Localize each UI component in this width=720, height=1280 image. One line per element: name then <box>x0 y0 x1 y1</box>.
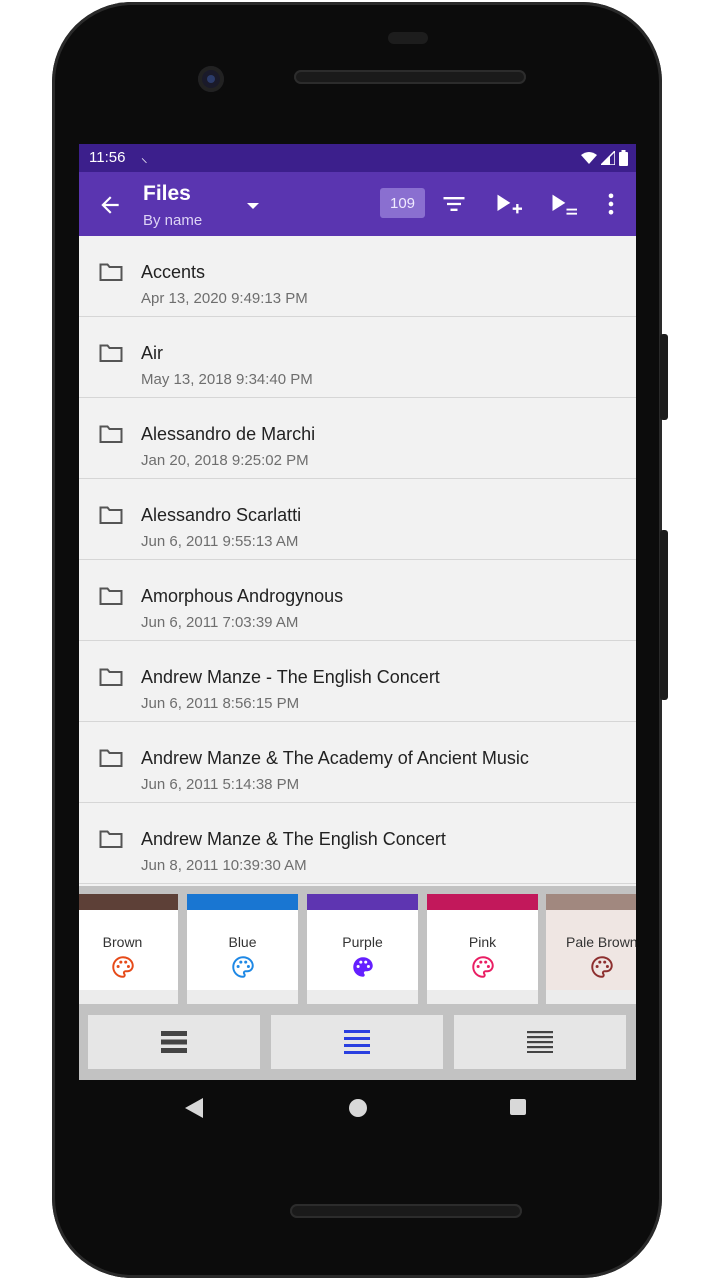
battery-icon <box>619 150 628 166</box>
folder-icon <box>99 587 123 605</box>
volume-button <box>660 334 668 420</box>
swatch-footer <box>427 990 538 1004</box>
theme-color-band <box>79 894 178 910</box>
theme-color-band <box>427 894 538 910</box>
theme-color-band <box>307 894 418 910</box>
item-count-badge: 109 <box>380 188 425 218</box>
theme-label: Pink <box>468 934 497 950</box>
status-extra-icon: ⸜ <box>141 150 148 165</box>
file-name: Accents <box>141 262 206 282</box>
nav-back-icon[interactable] <box>185 1098 203 1118</box>
status-time: 11:56 <box>89 149 126 166</box>
palette-icon <box>353 957 373 977</box>
file-name: Alessandro de Marchi <box>141 424 316 444</box>
file-date: Jun 8, 2011 10:39:30 AM <box>141 857 307 874</box>
theme-label: Pale Brown <box>566 934 636 950</box>
swatch-footer <box>307 990 418 1004</box>
list-style-icon <box>344 1030 370 1054</box>
folder-icon <box>99 830 123 848</box>
file-name: Andrew Manze - The English Concert <box>141 667 440 687</box>
file-date: Jun 6, 2011 8:56:15 PM <box>141 695 300 712</box>
folder-icon <box>99 668 123 686</box>
swatch-footer <box>546 990 636 1004</box>
filter-icon[interactable] <box>440 190 468 218</box>
file-row[interactable]: Amorphous Androgynous Jun 6, 2011 7:03:3… <box>79 560 636 641</box>
file-name: Andrew Manze & The English Concert <box>141 829 446 849</box>
swatch-footer <box>79 990 178 1004</box>
theme-label: Purple <box>342 934 383 950</box>
palette-icon <box>112 956 134 978</box>
file-row[interactable]: Andrew Manze & The Academy of Ancient Mu… <box>79 722 636 803</box>
theme-swatch-pink[interactable]: Pink <box>427 894 538 1004</box>
camera-icon <box>198 66 224 92</box>
theme-label: Brown <box>102 934 143 950</box>
theme-palette: Brown Blue Purple Pink Pale Brown <box>79 886 636 1014</box>
status-icons <box>581 150 628 166</box>
theme-color-band <box>187 894 298 910</box>
file-name: Andrew Manze & The Academy of Ancient Mu… <box>141 748 529 768</box>
power-button <box>660 530 668 700</box>
bottom-speaker <box>290 1204 522 1218</box>
file-date: Jan 20, 2018 9:25:02 PM <box>141 452 309 469</box>
file-date: Apr 13, 2020 9:49:13 PM <box>141 290 308 307</box>
earpiece-speaker <box>294 70 526 84</box>
nav-home-icon[interactable] <box>349 1099 367 1117</box>
page-title: Files <box>143 182 191 205</box>
palette-icon <box>591 956 613 978</box>
file-row[interactable]: Andrew Manze & The English Concert Jun 8… <box>79 803 636 884</box>
file-row[interactable]: Andrew Manze - The English Concert Jun 6… <box>79 641 636 722</box>
more-vert-icon[interactable] <box>597 190 625 218</box>
folder-icon <box>99 749 123 767</box>
palette-icon <box>472 956 494 978</box>
bottom-toolbar <box>79 1006 636 1080</box>
file-row[interactable]: Accents Apr 13, 2020 9:49:13 PM <box>79 236 636 317</box>
app-bar: Files By name 109 <box>79 172 636 236</box>
list-style-button-3[interactable] <box>454 1015 626 1069</box>
theme-label: Blue <box>228 934 257 950</box>
theme-swatch-blue[interactable]: Blue <box>187 894 298 1004</box>
theme-swatch-purple[interactable]: Purple <box>307 894 418 1004</box>
signal-icon <box>601 151 615 165</box>
file-name: Air <box>141 343 163 363</box>
palette-icon <box>232 956 254 978</box>
file-row[interactable]: Air May 13, 2018 9:34:40 PM <box>79 317 636 398</box>
file-row[interactable]: Alessandro Scarlatti Jun 6, 2011 9:55:13… <box>79 479 636 560</box>
list-style-icon <box>161 1031 187 1053</box>
folder-icon <box>99 344 123 362</box>
sensor <box>388 32 428 44</box>
file-date: Jun 6, 2011 5:14:38 PM <box>141 776 300 793</box>
folder-icon <box>99 425 123 443</box>
folder-icon <box>99 263 123 281</box>
nav-recents-icon[interactable] <box>510 1099 526 1115</box>
list-style-icon <box>527 1031 553 1053</box>
file-date: Jun 6, 2011 9:55:13 AM <box>141 533 299 550</box>
file-list: Accents Apr 13, 2020 9:49:13 PM Air May … <box>79 236 636 886</box>
status-bar: 11:56 ⸜ <box>79 144 636 172</box>
folder-icon <box>99 506 123 524</box>
file-name: Amorphous Androgynous <box>141 586 344 606</box>
file-name: Alessandro Scarlatti <box>141 505 302 525</box>
theme-color-band <box>546 894 636 910</box>
file-date: Jun 6, 2011 7:03:39 AM <box>141 614 299 631</box>
sort-subtitle: By name <box>143 212 203 229</box>
play-add-icon[interactable] <box>494 190 522 218</box>
dropdown-icon[interactable] <box>245 198 261 214</box>
list-style-button-2[interactable] <box>271 1015 443 1069</box>
play-queue-icon[interactable] <box>549 190 577 218</box>
file-date: May 13, 2018 9:34:40 PM <box>141 371 313 388</box>
back-arrow-icon[interactable] <box>97 192 123 218</box>
system-nav-bar <box>79 1080 636 1136</box>
file-row[interactable]: Alessandro de Marchi Jan 20, 2018 9:25:0… <box>79 398 636 479</box>
theme-swatch-brown[interactable]: Brown <box>79 894 178 1004</box>
wifi-icon <box>581 152 597 164</box>
theme-swatch-pale-brown[interactable]: Pale Brown <box>546 894 636 1004</box>
list-style-button-1[interactable] <box>88 1015 260 1069</box>
screen: 11:56 ⸜ Files By name 109 Accents Apr 13… <box>79 144 636 1080</box>
swatch-footer <box>187 990 298 1004</box>
